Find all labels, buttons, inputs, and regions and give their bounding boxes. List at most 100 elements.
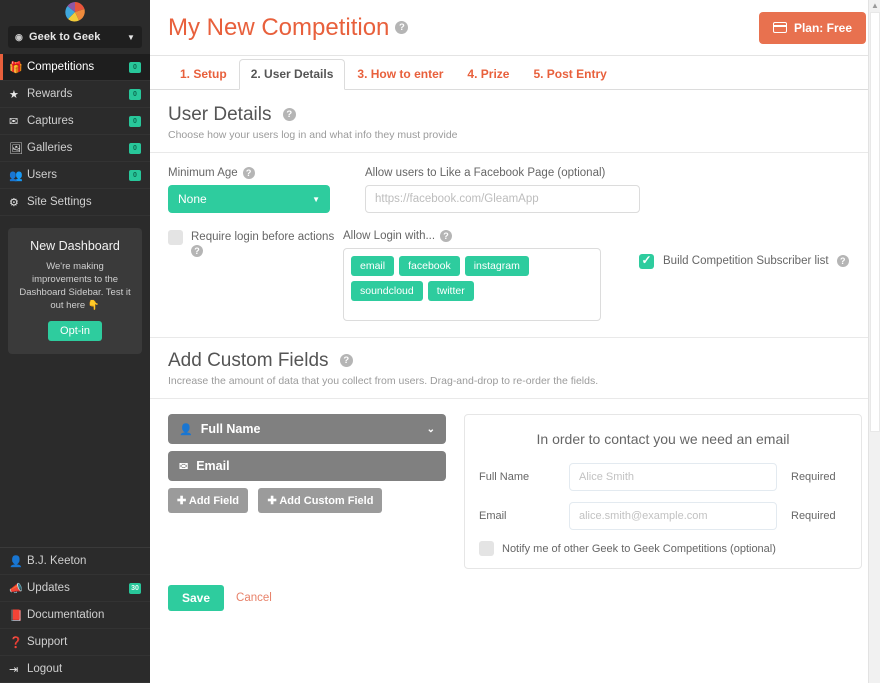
credit-card-icon [772,22,787,33]
sidebar-item-galleries[interactable]: 🖼 Galleries 0 [0,135,150,162]
allow-login-label: Allow Login with... ? [343,230,601,242]
field-row-full-name[interactable]: 👤 Full Name ⌄ [168,414,446,444]
save-button[interactable]: Save [168,585,225,611]
envelope-icon: ✉ [9,115,19,128]
facebook-page-group: Allow users to Like a Facebook Page (opt… [365,167,640,213]
section-title-text: User Details [168,104,272,125]
tab-setup[interactable]: 1. Setup [168,59,239,90]
minimum-age-select[interactable]: None ▼ [168,185,330,213]
notify-checkbox[interactable] [479,541,494,556]
subscriber-list-label-text: Build Competition Subscriber list [663,255,829,268]
tab-how-to-enter[interactable]: 3. How to enter [345,59,455,90]
users-icon: 👥 [9,169,23,182]
sidebar-item-rewards[interactable]: ★ Rewards 0 [0,81,150,108]
section-title: User Details ? [168,104,862,126]
preview-full-name-input[interactable]: Alice Smith [569,463,777,491]
brand-selector[interactable]: ◉ Geek to Geek ▼ [8,26,142,48]
preview-label: Email [479,510,507,522]
custom-fields-panel: 👤 Full Name ⌄ ✉ Email ✚ Add Field ✚ Add … [150,399,880,569]
subscriber-list-checkbox[interactable] [639,253,654,269]
preview-required-flag: Required [791,471,836,483]
help-icon[interactable]: ? [242,167,255,179]
logout-icon: ⇥ [9,663,19,676]
sidebar-item-logout[interactable]: ⇥ Logout [0,656,150,683]
sidebar-item-users[interactable]: 👥 Users 0 [0,162,150,189]
field-actions: ✚ Add Field ✚ Add Custom Field [168,488,446,513]
custom-fields-header: Add Custom Fields ? Increase the amount … [150,338,880,399]
add-field-button[interactable]: ✚ Add Field [168,488,248,513]
field-row-email[interactable]: ✉ Email [168,451,446,481]
plan-button[interactable]: Plan: Free [758,11,866,44]
app-root: ◉ Geek to Geek ▼ 🎁 Competitions 0 ★ Rewa… [0,0,880,683]
user-details-panel: Minimum Age ? None ▼ Allow users to Like… [150,153,880,321]
scrollbar-thumb[interactable] [870,12,880,432]
form-preview: In order to contact you we need an email… [464,414,862,569]
sidebar-item-documentation[interactable]: 📕 Documentation [0,602,150,629]
promo-title: New Dashboard [30,239,120,253]
subscriber-list-label: Build Competition Subscriber list ? [663,255,849,268]
login-tag[interactable]: instagram [464,256,529,276]
cancel-link[interactable]: Cancel [236,592,272,604]
sidebar-item-label: Support [27,636,68,648]
user-details-header: User Details ? Choose how your users log… [150,90,880,153]
preview-title: In order to contact you we need an email [536,431,790,447]
sidebar-item-label: Rewards [27,88,73,100]
login-tag[interactable]: twitter [427,281,474,301]
field-label: Email [196,459,230,473]
help-icon[interactable]: ? [395,21,409,34]
sidebar-item-competitions[interactable]: 🎁 Competitions 0 [0,54,150,81]
field-list: 👤 Full Name ⌄ ✉ Email ✚ Add Field ✚ Add … [168,414,446,569]
sidebar: ◉ Geek to Geek ▼ 🎁 Competitions 0 ★ Rewa… [0,0,150,683]
sidebar-item-label: Galleries [27,142,73,154]
preview-required-flag: Required [791,510,836,522]
require-login-group[interactable]: Require login before actions ? [168,230,343,321]
notify-label: Notify me of other Geek to Geek Competit… [502,542,776,555]
sidebar-item-captures[interactable]: ✉ Captures 0 [0,108,150,135]
opt-in-button[interactable]: Opt-in [48,321,102,341]
gift-icon: 🎁 [9,61,23,74]
subscriber-list-group[interactable]: Build Competition Subscriber list ? [639,253,849,269]
help-icon[interactable]: ? [440,230,453,242]
sidebar-badge: 0 [129,142,141,154]
section-title: Add Custom Fields ? [168,350,862,372]
help-icon[interactable]: ? [191,244,203,257]
tab-post-entry[interactable]: 5. Post Entry [521,59,618,90]
globe-icon: ◉ [15,31,23,42]
user-icon: 👤 [179,423,193,436]
sidebar-item-support[interactable]: ❓ Support [0,629,150,656]
sidebar-item-label: Site Settings [27,196,92,208]
sidebar-item-account[interactable]: 👤 B.J. Keeton [0,548,150,575]
require-login-checkbox[interactable] [168,230,183,245]
tab-prize[interactable]: 4. Prize [455,59,521,90]
sidebar-item-label: Documentation [27,609,105,621]
form-footer: Save Cancel [150,569,880,611]
sidebar-item-label: Users [27,169,58,181]
tab-user-details[interactable]: 2. User Details [238,59,346,90]
sidebar-badge: 0 [129,169,141,181]
sidebar-item-site-settings[interactable]: ⚙ Site Settings [0,189,150,216]
login-tag[interactable]: facebook [399,256,460,276]
preview-notify-group[interactable]: Notify me of other Geek to Geek Competit… [479,541,847,556]
promo-body: We're making improvements to the Dashboa… [19,261,131,311]
sidebar-item-label: Competitions [27,61,95,73]
login-tag[interactable]: soundcloud [351,281,423,301]
sidebar-item-updates[interactable]: 📣 Updates 30 [0,575,150,602]
page-title: My New Competition [168,13,390,41]
facebook-page-input[interactable]: https://facebook.com/GleamApp [365,185,640,213]
help-icon[interactable]: ? [339,354,353,368]
preview-email-input[interactable]: alice.smith@example.com [569,502,777,530]
primary-nav: 🎁 Competitions 0 ★ Rewards 0 ✉ Captures … [0,54,150,216]
add-custom-field-button[interactable]: ✚ Add Custom Field [258,488,383,513]
minimum-age-label-text: Minimum Age [168,167,238,179]
help-icon[interactable]: ? [282,108,296,122]
login-providers-box[interactable]: email facebook instagram soundcloud twit… [343,248,601,321]
sidebar-item-label: Logout [27,663,63,675]
help-icon[interactable]: ? [836,255,849,268]
login-tag[interactable]: email [351,256,395,276]
scroll-up-arrow-icon[interactable]: ▲ [871,2,879,10]
custom-fields-subtitle: Increase the amount of data that you col… [168,375,599,387]
field-label: Full Name [200,422,261,436]
vertical-scrollbar[interactable]: ▲ [868,0,880,683]
plan-button-label: Plan: Free [793,20,852,35]
